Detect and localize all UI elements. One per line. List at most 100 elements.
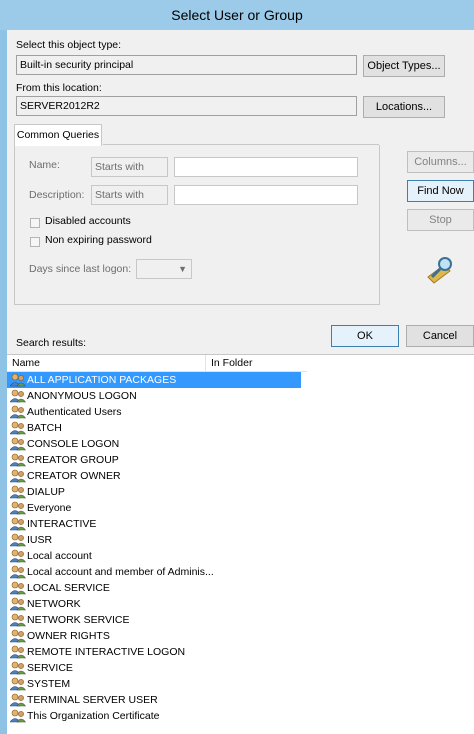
non-expiring-password-label: Non expiring password (45, 234, 152, 246)
list-item[interactable]: ANONYMOUS LOGON (7, 388, 301, 404)
days-since-logon-select[interactable]: ▼ (136, 259, 192, 279)
user-group-icon (9, 389, 27, 403)
location-field: SERVER2012R2 (16, 96, 357, 116)
list-item-label: OWNER RIGHTS (27, 630, 110, 642)
user-group-icon (9, 661, 27, 675)
column-header-in-folder[interactable]: In Folder (206, 355, 307, 371)
object-type-field: Built-in security principal (16, 55, 357, 75)
list-item-label: This Organization Certificate (27, 710, 160, 722)
columns-button[interactable]: Columns... (407, 151, 474, 173)
description-mode-value: Starts with (95, 189, 145, 201)
list-item[interactable]: SYSTEM (7, 676, 301, 692)
list-item[interactable]: ALL APPLICATION PACKAGES (7, 372, 301, 388)
list-item-label: ANONYMOUS LOGON (27, 390, 137, 402)
user-group-icon (9, 597, 27, 611)
locations-button[interactable]: Locations... (363, 96, 445, 118)
list-item-label: TERMINAL SERVER USER (27, 694, 158, 706)
list-item-label: CREATOR GROUP (27, 454, 119, 466)
cancel-button[interactable]: Cancel (406, 325, 474, 347)
list-item[interactable]: Everyone (7, 500, 301, 516)
user-group-icon (9, 469, 27, 483)
stop-button[interactable]: Stop (407, 209, 474, 231)
list-item[interactable]: INTERACTIVE (7, 516, 301, 532)
list-item-label: LOCAL SERVICE (27, 582, 110, 594)
find-now-button[interactable]: Find Now (407, 180, 474, 202)
common-queries-panel: Name: Starts with Description: Starts wi… (14, 144, 380, 305)
title-bar[interactable]: Select User or Group (0, 0, 474, 30)
list-item-label: Authenticated Users (27, 406, 122, 418)
column-header-name[interactable]: Name (7, 355, 206, 371)
name-mode-value: Starts with (95, 161, 145, 173)
disabled-accounts-label: Disabled accounts (45, 215, 131, 227)
list-item-label: SERVICE (27, 662, 73, 674)
list-item-label: NETWORK (27, 598, 81, 610)
user-group-icon (9, 453, 27, 467)
list-item-label: SYSTEM (27, 678, 71, 690)
chevron-down-icon: ▼ (178, 264, 187, 274)
list-item[interactable]: CREATOR GROUP (7, 452, 301, 468)
name-mode-select[interactable]: Starts with (91, 157, 168, 177)
ok-button[interactable]: OK (331, 325, 399, 347)
list-item[interactable]: TERMINAL SERVER USER (7, 692, 301, 708)
list-item[interactable]: DIALUP (7, 484, 301, 500)
list-item[interactable]: NETWORK SERVICE (7, 612, 301, 628)
list-item-label: Everyone (27, 502, 72, 514)
user-group-icon (9, 693, 27, 707)
list-item[interactable]: NETWORK (7, 596, 301, 612)
user-group-icon (9, 421, 27, 435)
user-group-icon (9, 645, 27, 659)
non-expiring-password-checkbox[interactable] (30, 237, 40, 247)
list-item[interactable]: IUSR (7, 532, 301, 548)
list-item[interactable]: OWNER RIGHTS (7, 628, 301, 644)
name-input[interactable] (174, 157, 358, 177)
list-item[interactable]: LOCAL SERVICE (7, 580, 301, 596)
user-group-icon (9, 613, 27, 627)
list-item[interactable]: BATCH (7, 420, 301, 436)
list-item[interactable]: Local account (7, 548, 301, 564)
list-item-label: NETWORK SERVICE (27, 614, 130, 626)
list-item[interactable]: Authenticated Users (7, 404, 301, 420)
search-results-list[interactable]: Name In Folder ALL APPLICATION PACKAGES A… (7, 354, 474, 734)
days-since-logon-label: Days since last logon: (29, 263, 132, 275)
object-types-button[interactable]: Object Types... (363, 55, 445, 77)
list-item-label: CREATOR OWNER (27, 470, 121, 482)
user-group-icon (9, 533, 27, 547)
user-group-icon (9, 485, 27, 499)
list-item[interactable]: CONSOLE LOGON (7, 436, 301, 452)
list-item[interactable]: This Organization Certificate (7, 708, 301, 724)
name-label: Name: (29, 159, 60, 171)
description-mode-select[interactable]: Starts with (91, 185, 168, 205)
disabled-accounts-checkbox[interactable] (30, 218, 40, 228)
search-magnifier-icon (424, 253, 456, 285)
user-group-icon (9, 373, 27, 387)
list-item-label: BATCH (27, 422, 62, 434)
list-item-label: INTERACTIVE (27, 518, 97, 530)
window-title: Select User or Group (171, 7, 303, 23)
user-group-icon (9, 405, 27, 419)
list-item[interactable]: REMOTE INTERACTIVE LOGON (7, 644, 301, 660)
user-group-icon (9, 501, 27, 515)
user-group-icon (9, 549, 27, 563)
search-results-label: Search results: (16, 337, 87, 349)
user-group-icon (9, 437, 27, 451)
list-item-label: IUSR (27, 534, 53, 546)
description-label: Description: (29, 189, 85, 201)
list-item-label: Local account (27, 550, 92, 562)
location-label: From this location: (16, 82, 102, 94)
list-item[interactable]: Local account and member of Adminis... (7, 564, 301, 580)
list-item[interactable]: CREATOR OWNER (7, 468, 301, 484)
tab-common-queries[interactable]: Common Queries (14, 124, 102, 146)
user-group-icon (9, 709, 27, 723)
list-item-label: ALL APPLICATION PACKAGES (27, 374, 177, 386)
list-item-label: REMOTE INTERACTIVE LOGON (27, 646, 186, 658)
list-item-label: DIALUP (27, 486, 65, 498)
dialog-body: Select this object type: Built-in securi… (7, 30, 474, 734)
object-type-label: Select this object type: (16, 39, 122, 51)
user-group-icon (9, 565, 27, 579)
results-header: Name In Folder (7, 355, 307, 372)
user-group-icon (9, 677, 27, 691)
list-item-label: CONSOLE LOGON (27, 438, 120, 450)
list-item[interactable]: SERVICE (7, 660, 301, 676)
user-group-icon (9, 517, 27, 531)
description-input[interactable] (174, 185, 358, 205)
